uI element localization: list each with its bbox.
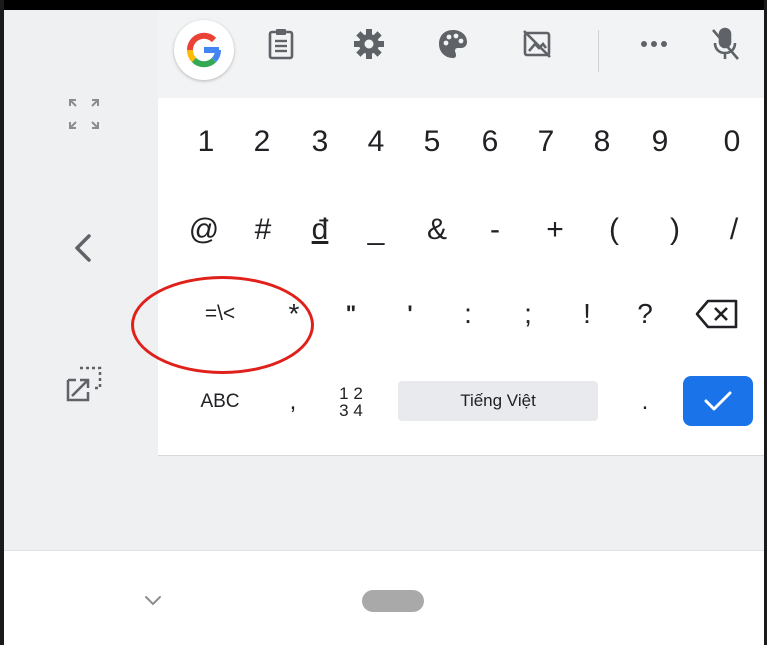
left-frame	[0, 0, 4, 645]
key-9[interactable]: 9	[642, 118, 678, 166]
key-minus[interactable]: -	[477, 206, 513, 254]
key-0[interactable]: 0	[714, 118, 750, 166]
home-pill[interactable]	[362, 590, 424, 612]
numpad-label-top: 1 2	[339, 384, 363, 403]
floating-keyboard-icon[interactable]	[60, 360, 108, 408]
numpad-label-bottom: 3 4	[339, 401, 363, 420]
key-question[interactable]: ?	[627, 290, 663, 338]
more-icon[interactable]	[632, 22, 676, 66]
key-3[interactable]: 3	[302, 118, 338, 166]
highlight-annotation-circle	[131, 276, 314, 374]
key-abc[interactable]: ABC	[188, 378, 252, 426]
key-close-paren[interactable]: )	[657, 206, 693, 254]
key-exclamation[interactable]: !	[569, 290, 605, 338]
key-5[interactable]: 5	[414, 118, 450, 166]
key-semicolon[interactable]: ;	[510, 290, 546, 338]
expand-icon[interactable]	[62, 92, 106, 136]
key-4[interactable]: 4	[358, 118, 394, 166]
key-open-paren[interactable]: (	[596, 206, 632, 254]
keyboard-side-panel	[4, 10, 158, 550]
key-comma[interactable]: ,	[278, 378, 308, 426]
hide-keyboard-chevron-icon[interactable]	[140, 590, 166, 610]
key-period[interactable]: .	[630, 378, 660, 426]
key-6[interactable]: 6	[472, 118, 508, 166]
mic-off-icon[interactable]	[703, 22, 747, 66]
palette-icon[interactable]	[431, 22, 475, 66]
key-d-stroke[interactable]: đ	[302, 206, 338, 254]
key-hash[interactable]: #	[245, 206, 281, 254]
key-underscore[interactable]: _	[358, 206, 394, 254]
clipboard-icon[interactable]	[259, 22, 303, 66]
key-colon[interactable]: :	[450, 290, 486, 338]
key-slash[interactable]: /	[716, 206, 752, 254]
toolbar-divider	[598, 30, 599, 72]
space-key[interactable]: Tiếng Việt	[398, 381, 598, 421]
key-8[interactable]: 8	[584, 118, 620, 166]
enter-key[interactable]	[683, 376, 753, 426]
key-1[interactable]: 1	[188, 118, 224, 166]
key-7[interactable]: 7	[528, 118, 564, 166]
google-g-icon[interactable]	[174, 20, 234, 80]
top-frame	[0, 0, 767, 10]
checkmark-icon	[704, 391, 732, 411]
key-double-quote[interactable]: "	[333, 290, 369, 338]
key-single-quote[interactable]: '	[392, 290, 428, 338]
key-plus[interactable]: +	[537, 206, 573, 254]
backspace-icon[interactable]	[692, 290, 742, 338]
key-numpad[interactable]: 1 2 3 4	[326, 378, 376, 426]
back-chevron-icon[interactable]	[64, 228, 104, 268]
no-image-icon[interactable]	[515, 22, 559, 66]
key-at[interactable]: @	[186, 206, 222, 254]
key-2[interactable]: 2	[244, 118, 280, 166]
settings-gear-icon[interactable]	[347, 22, 391, 66]
key-ampersand[interactable]: &	[419, 206, 455, 254]
